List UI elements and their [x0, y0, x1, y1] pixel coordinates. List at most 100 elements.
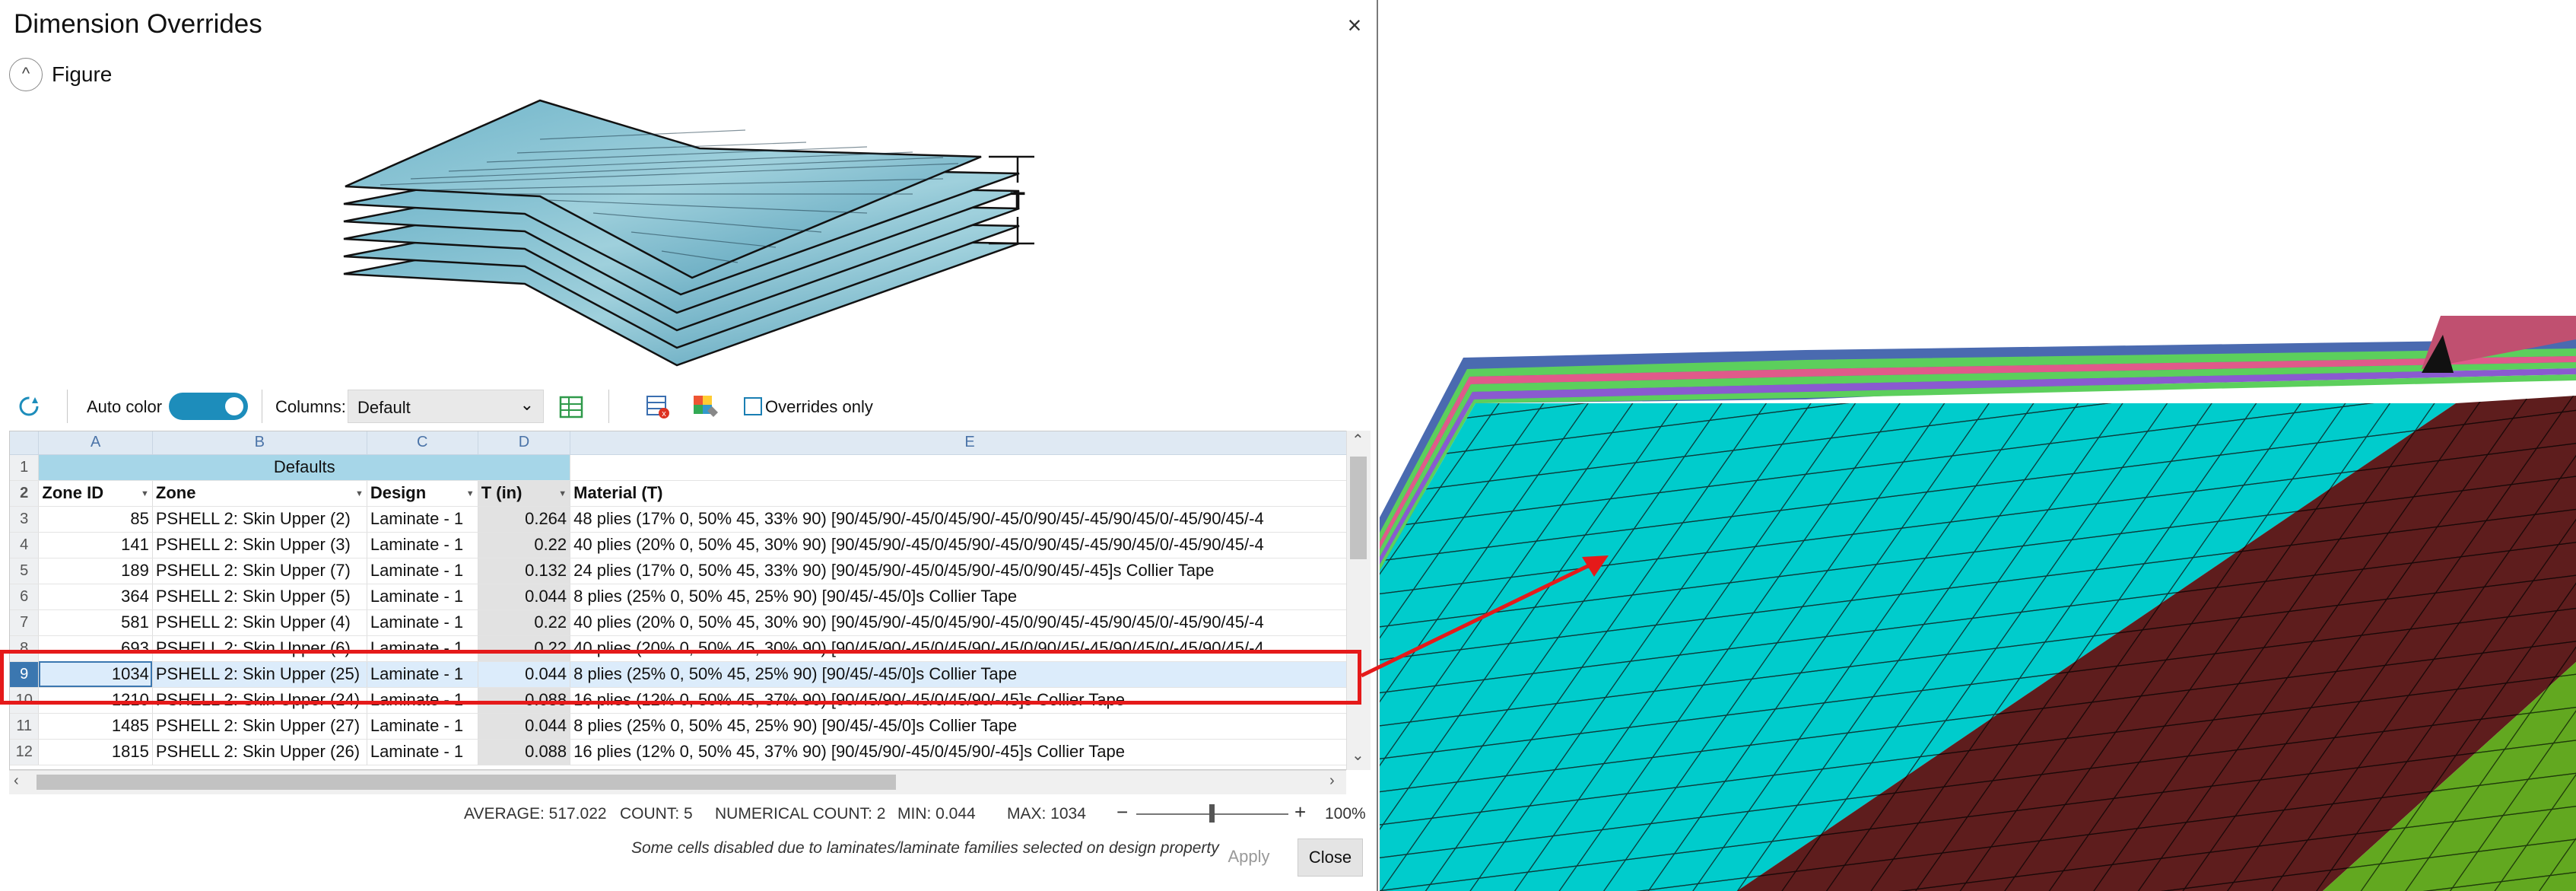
cell-zone[interactable]: PSHELL 2: Skin Upper (7) [152, 558, 367, 584]
table-row[interactable]: 6 364 PSHELL 2: Skin Upper (5) Laminate - 1… [10, 584, 1370, 610]
column-chooser-icon[interactable] [558, 394, 584, 420]
header-design[interactable]: Design ▼ [367, 480, 478, 507]
row-number: 5 [10, 558, 40, 584]
cell-thickness[interactable]: 0.044 [478, 584, 571, 610]
col-letter[interactable]: B [152, 431, 367, 455]
close-button[interactable]: Close [1298, 838, 1363, 877]
scroll-down-icon: ⌄ [1352, 747, 1364, 764]
cell-zone-id[interactable]: 189 [38, 558, 153, 584]
overrides-only-label: Overrides only [765, 397, 873, 416]
cell-thickness[interactable]: 0.264 [478, 506, 571, 533]
cell-thickness[interactable]: 0.044 [478, 713, 571, 740]
clear-overrides-icon[interactable]: x [645, 394, 671, 420]
laminate-thickness-figure: T [343, 99, 1034, 367]
cell-zone-id[interactable]: 581 [38, 609, 153, 636]
callout-arrow [1360, 555, 1609, 678]
row-number: 4 [10, 532, 40, 558]
cell-zone[interactable]: PSHELL 2: Skin Upper (27) [152, 713, 367, 740]
col-letter[interactable]: A [38, 431, 153, 455]
scroll-up-icon: ⌃ [1352, 432, 1364, 449]
auto-color-toggle[interactable] [169, 393, 248, 420]
status-bar: AVERAGE: 517.022 COUNT: 5 NUMERICAL COUN… [0, 794, 1378, 834]
cell-zone-id[interactable]: 85 [38, 506, 153, 533]
columns-label: Columns: [275, 397, 346, 416]
cell-zone[interactable]: PSHELL 2: Skin Upper (2) [152, 506, 367, 533]
zoom-level: 100% [1325, 805, 1366, 823]
cell-zone-id[interactable]: 364 [38, 584, 153, 610]
cell-design[interactable]: Laminate - 1 [367, 532, 478, 558]
cell-material[interactable]: 8 plies (25% 0, 50% 45, 25% 90) [90/45/-… [570, 584, 1370, 610]
cell-zone-id[interactable]: 1485 [38, 713, 153, 740]
table-row[interactable]: 3 85 PSHELL 2: Skin Upper (2) Laminate - 10… [10, 506, 1370, 533]
row-number: 11 [10, 713, 40, 740]
row-number: 7 [10, 609, 40, 636]
cell-thickness[interactable]: 0.22 [478, 609, 571, 636]
cell-zone-id[interactable]: 1815 [38, 739, 153, 765]
cell-material[interactable]: 40 plies (20% 0, 50% 45, 30% 90) [90/45/… [570, 532, 1370, 558]
scroll-right-icon: › [1329, 772, 1335, 789]
status-min: MIN: 0.044 [897, 805, 976, 823]
thickness-label: T [1010, 187, 1025, 215]
cell-design[interactable]: Laminate - 1 [367, 609, 478, 636]
cell-zone[interactable]: PSHELL 2: Skin Upper (26) [152, 739, 367, 765]
col-letter[interactable]: C [367, 431, 478, 455]
cell-design[interactable]: Laminate - 1 [367, 558, 478, 584]
columns-dropdown-value: Default [357, 398, 411, 417]
cell-design[interactable]: Laminate - 1 [367, 739, 478, 765]
table-row[interactable]: 7 581 PSHELL 2: Skin Upper (4) Laminate - 1… [10, 609, 1370, 636]
auto-color-label: Auto color [87, 397, 163, 416]
cell-material[interactable]: 8 plies (25% 0, 50% 45, 25% 90) [90/45/-… [570, 713, 1370, 740]
color-map-icon[interactable] [691, 391, 719, 420]
scroll-left-icon: ‹ [14, 772, 19, 789]
col-letter[interactable]: D [478, 431, 571, 455]
status-numerical-count: NUMERICAL COUNT: 2 [715, 805, 886, 823]
row-number: 6 [10, 584, 40, 610]
table-row[interactable]: 12 1815 PSHELL 2: Skin Upper (26) Laminate … [10, 739, 1370, 765]
cell-material[interactable]: 24 plies (17% 0, 50% 45, 33% 90) [90/45/… [570, 558, 1370, 584]
table-row[interactable]: 5 189 PSHELL 2: Skin Upper (7) Laminate - 1… [10, 558, 1370, 584]
chevron-down-icon: ⌄ [519, 395, 534, 414]
close-icon[interactable]: × [1340, 11, 1369, 40]
highlight-box [0, 650, 1361, 705]
refresh-icon[interactable] [17, 394, 41, 418]
status-average: AVERAGE: 517.022 [464, 805, 607, 823]
header-zone[interactable]: Zone ▼ [152, 480, 367, 507]
table-row[interactable]: 4 141 PSHELL 2: Skin Upper (3) Laminate - 1… [10, 532, 1370, 558]
dimension-overrides-dialog: Dimension Overrides × ^ Figure T Auto co… [0, 0, 1378, 891]
horizontal-scroll-thumb[interactable] [37, 775, 896, 790]
zoom-in-button[interactable]: + [1294, 800, 1306, 824]
cell-zone[interactable]: PSHELL 2: Skin Upper (4) [152, 609, 367, 636]
cell-material[interactable]: 48 plies (17% 0, 50% 45, 33% 90) [90/45/… [570, 506, 1370, 533]
cell-thickness[interactable]: 0.22 [478, 532, 571, 558]
column-letter-row: A B C D E [10, 431, 1370, 455]
cell-zone[interactable]: PSHELL 2: Skin Upper (3) [152, 532, 367, 558]
zoom-out-button[interactable]: − [1116, 800, 1128, 824]
columns-dropdown[interactable]: Default ⌄ [348, 390, 544, 423]
cell-design[interactable]: Laminate - 1 [367, 506, 478, 533]
disabled-cells-note: Some cells disabled due to laminates/lam… [631, 839, 1219, 857]
cell-zone-id[interactable]: 141 [38, 532, 153, 558]
cell-zone[interactable]: PSHELL 2: Skin Upper (5) [152, 584, 367, 610]
zoom-slider-thumb[interactable] [1209, 804, 1215, 823]
overrides-only-checkbox[interactable] [744, 397, 762, 415]
filter-dropdown-icon: ▼ [354, 489, 364, 498]
cell-thickness[interactable]: 0.132 [478, 558, 571, 584]
cell-thickness[interactable]: 0.088 [478, 739, 571, 765]
overrides-grid[interactable]: A B C D E 1 Defaults 2 Zone ID ▼ Zone ▼ De… [9, 431, 1371, 770]
table-row[interactable]: 11 1485 PSHELL 2: Skin Upper (27) Laminate … [10, 713, 1370, 740]
fem-model-view[interactable] [1380, 0, 2576, 891]
figure-section-label: Figure [52, 62, 113, 86]
figure-collapse-icon[interactable]: ^ [9, 58, 43, 91]
cell-design[interactable]: Laminate - 1 [367, 584, 478, 610]
apply-button[interactable]: Apply [1217, 838, 1281, 875]
cell-design[interactable]: Laminate - 1 [367, 713, 478, 740]
header-zone-id[interactable]: Zone ID ▼ [38, 480, 153, 507]
header-thickness[interactable]: T (in) ▼ [478, 480, 571, 507]
toolbar: Auto color Columns: Default ⌄ x Overrides… [0, 380, 1378, 432]
cell-material[interactable]: 16 plies (12% 0, 50% 45, 37% 90) [90/45/… [570, 739, 1370, 765]
cell-material[interactable]: 40 plies (20% 0, 50% 45, 30% 90) [90/45/… [570, 609, 1370, 636]
header-material[interactable]: Material (T) [570, 480, 1370, 507]
header-row: 2 Zone ID ▼ Zone ▼ Design ▼ T (in) ▼ Materia… [10, 480, 1370, 507]
defaults-label: Defaults [38, 454, 571, 481]
col-letter[interactable]: E [570, 431, 1370, 455]
